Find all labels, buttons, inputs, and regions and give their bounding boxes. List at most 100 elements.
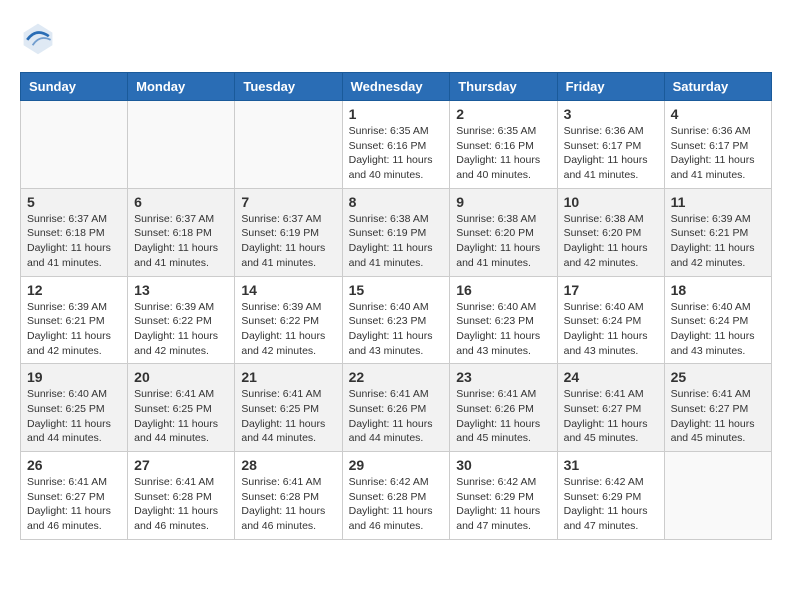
day-number: 20 [134, 369, 228, 385]
calendar-day-cell: 30Sunrise: 6:42 AM Sunset: 6:29 PM Dayli… [450, 452, 557, 540]
day-info: Sunrise: 6:41 AM Sunset: 6:28 PM Dayligh… [134, 475, 228, 534]
calendar-week-row: 26 Sunrise: 6:41 AM Sunset: 6:27 PM Dayli… [21, 452, 772, 540]
calendar-day-cell: 6 Sunrise: 6:37 AM Sunset: 6:18 PM Daylig… [128, 188, 235, 276]
day-info: Sunrise: 6:37 AM Sunset: 6:19 PM Dayligh… [241, 212, 335, 271]
calendar-week-row: 19Sunrise: 6:40 AM Sunset: 6:25 PM Dayli… [21, 364, 772, 452]
day-number: 8 [349, 194, 444, 210]
day-info: Sunrise: 6:41 AM Sunset: 6:27 PM Dayligh… [671, 387, 765, 446]
day-number: 23 [456, 369, 550, 385]
day-number: 16 [456, 282, 550, 298]
calendar-day-cell: 16 Sunrise: 6:40 AM Sunset: 6:23 PM Dayli… [450, 276, 557, 364]
calendar-week-row: 5 Sunrise: 6:37 AM Sunset: 6:18 PM Daylig… [21, 188, 772, 276]
day-number: 7 [241, 194, 335, 210]
weekday-header-wednesday: Wednesday [342, 73, 450, 101]
day-number: 12 [27, 282, 121, 298]
calendar-day-cell: 10 Sunrise: 6:38 AM Sunset: 6:20 PM Dayli… [557, 188, 664, 276]
calendar-day-cell: 31Sunrise: 6:42 AM Sunset: 6:29 PM Dayli… [557, 452, 664, 540]
calendar-day-cell: 5Sunrise: 6:37 AM Sunset: 6:18 PM Daylig… [21, 188, 128, 276]
calendar-day-cell: 2 Sunrise: 6:35 AM Sunset: 6:16 PM Daylig… [450, 101, 557, 189]
day-info: Sunrise: 6:41 AM Sunset: 6:27 PM Dayligh… [564, 387, 658, 446]
day-info: Sunrise: 6:40 AM Sunset: 6:24 PM Dayligh… [564, 300, 658, 359]
day-info: Sunrise: 6:42 AM Sunset: 6:29 PM Dayligh… [456, 475, 550, 534]
calendar-day-cell: 23 Sunrise: 6:41 AM Sunset: 6:26 PM Dayli… [450, 364, 557, 452]
day-number: 5 [27, 194, 121, 210]
calendar-day-cell: 21 Sunrise: 6:41 AM Sunset: 6:25 PM Dayli… [235, 364, 342, 452]
calendar-day-cell [664, 452, 771, 540]
calendar-day-cell: 15Sunrise: 6:40 AM Sunset: 6:23 PM Dayli… [342, 276, 450, 364]
day-info: Sunrise: 6:38 AM Sunset: 6:19 PM Dayligh… [349, 212, 444, 271]
calendar-day-cell: 4 Sunrise: 6:36 AM Sunset: 6:17 PM Daylig… [664, 101, 771, 189]
calendar-day-cell [128, 101, 235, 189]
calendar-day-cell: 13 Sunrise: 6:39 AM Sunset: 6:22 PM Dayli… [128, 276, 235, 364]
calendar-day-cell: 9 Sunrise: 6:38 AM Sunset: 6:20 PM Daylig… [450, 188, 557, 276]
calendar-day-cell: 17Sunrise: 6:40 AM Sunset: 6:24 PM Dayli… [557, 276, 664, 364]
day-number: 1 [349, 106, 444, 122]
day-info: Sunrise: 6:41 AM Sunset: 6:26 PM Dayligh… [349, 387, 444, 446]
day-info: Sunrise: 6:36 AM Sunset: 6:17 PM Dayligh… [671, 124, 765, 183]
calendar-day-cell: 25 Sunrise: 6:41 AM Sunset: 6:27 PM Dayli… [664, 364, 771, 452]
calendar-day-cell: 1Sunrise: 6:35 AM Sunset: 6:16 PM Daylig… [342, 101, 450, 189]
calendar-day-cell [235, 101, 342, 189]
day-info: Sunrise: 6:37 AM Sunset: 6:18 PM Dayligh… [134, 212, 228, 271]
calendar-day-cell [21, 101, 128, 189]
day-info: Sunrise: 6:36 AM Sunset: 6:17 PM Dayligh… [564, 124, 658, 183]
day-info: Sunrise: 6:41 AM Sunset: 6:26 PM Dayligh… [456, 387, 550, 446]
day-info: Sunrise: 6:39 AM Sunset: 6:21 PM Dayligh… [27, 300, 121, 359]
calendar-day-cell: 12 Sunrise: 6:39 AM Sunset: 6:21 PM Dayli… [21, 276, 128, 364]
calendar-day-cell: 24 Sunrise: 6:41 AM Sunset: 6:27 PM Dayli… [557, 364, 664, 452]
day-info: Sunrise: 6:40 AM Sunset: 6:25 PM Dayligh… [27, 387, 121, 446]
day-info: Sunrise: 6:39 AM Sunset: 6:21 PM Dayligh… [671, 212, 765, 271]
day-info: Sunrise: 6:35 AM Sunset: 6:16 PM Dayligh… [456, 124, 550, 183]
day-number: 21 [241, 369, 335, 385]
weekday-header-sunday: Sunday [21, 73, 128, 101]
weekday-header-friday: Friday [557, 73, 664, 101]
day-number: 29 [349, 457, 444, 473]
day-info: Sunrise: 6:40 AM Sunset: 6:23 PM Dayligh… [456, 300, 550, 359]
day-number: 22 [349, 369, 444, 385]
weekday-header-tuesday: Tuesday [235, 73, 342, 101]
calendar-week-row: 1 Sunrise: 6:35 AM Sunset: 6:16 PM Daylig… [21, 101, 772, 189]
calendar-day-cell: 26 Sunrise: 6:41 AM Sunset: 6:27 PM Dayli… [21, 452, 128, 540]
calendar-day-cell: 3Sunrise: 6:36 AM Sunset: 6:17 PM Daylig… [557, 101, 664, 189]
day-info: Sunrise: 6:38 AM Sunset: 6:20 PM Dayligh… [456, 212, 550, 271]
calendar-day-cell: 20 Sunrise: 6:41 AM Sunset: 6:25 PM Dayli… [128, 364, 235, 452]
calendar-day-cell: 14Sunrise: 6:39 AM Sunset: 6:22 PM Dayli… [235, 276, 342, 364]
day-number: 18 [671, 282, 765, 298]
weekday-header-saturday: Saturday [664, 73, 771, 101]
logo [20, 20, 62, 56]
day-info: Sunrise: 6:42 AM Sunset: 6:28 PM Dayligh… [349, 475, 444, 534]
day-number: 11 [671, 194, 765, 210]
calendar-day-cell: 27Sunrise: 6:41 AM Sunset: 6:28 PM Dayli… [128, 452, 235, 540]
day-info: Sunrise: 6:40 AM Sunset: 6:23 PM Dayligh… [349, 300, 444, 359]
day-info: Sunrise: 6:39 AM Sunset: 6:22 PM Dayligh… [241, 300, 335, 359]
calendar-day-cell: 28 Sunrise: 6:41 AM Sunset: 6:28 PM Dayli… [235, 452, 342, 540]
day-number: 6 [134, 194, 228, 210]
calendar-table: SundayMondayTuesdayWednesdayThursdayFrid… [20, 72, 772, 540]
calendar-day-cell: 19Sunrise: 6:40 AM Sunset: 6:25 PM Dayli… [21, 364, 128, 452]
day-number: 26 [27, 457, 121, 473]
calendar-day-cell: 18Sunrise: 6:40 AM Sunset: 6:24 PM Dayli… [664, 276, 771, 364]
calendar-day-cell: 7 Sunrise: 6:37 AM Sunset: 6:19 PM Daylig… [235, 188, 342, 276]
day-number: 4 [671, 106, 765, 122]
day-info: Sunrise: 6:38 AM Sunset: 6:20 PM Dayligh… [564, 212, 658, 271]
day-info: Sunrise: 6:41 AM Sunset: 6:28 PM Dayligh… [241, 475, 335, 534]
day-number: 24 [564, 369, 658, 385]
weekday-header-thursday: Thursday [450, 73, 557, 101]
day-number: 28 [241, 457, 335, 473]
calendar-header-row: SundayMondayTuesdayWednesdayThursdayFrid… [21, 73, 772, 101]
day-number: 25 [671, 369, 765, 385]
calendar-day-cell: 29 Sunrise: 6:42 AM Sunset: 6:28 PM Dayli… [342, 452, 450, 540]
day-info: Sunrise: 6:41 AM Sunset: 6:25 PM Dayligh… [134, 387, 228, 446]
day-info: Sunrise: 6:41 AM Sunset: 6:25 PM Dayligh… [241, 387, 335, 446]
day-info: Sunrise: 6:41 AM Sunset: 6:27 PM Dayligh… [27, 475, 121, 534]
logo-icon [20, 20, 56, 56]
day-number: 9 [456, 194, 550, 210]
page-header [20, 20, 772, 56]
day-info: Sunrise: 6:39 AM Sunset: 6:22 PM Dayligh… [134, 300, 228, 359]
calendar-week-row: 12 Sunrise: 6:39 AM Sunset: 6:21 PM Dayli… [21, 276, 772, 364]
day-number: 31 [564, 457, 658, 473]
day-number: 2 [456, 106, 550, 122]
weekday-header-monday: Monday [128, 73, 235, 101]
day-number: 13 [134, 282, 228, 298]
day-number: 10 [564, 194, 658, 210]
